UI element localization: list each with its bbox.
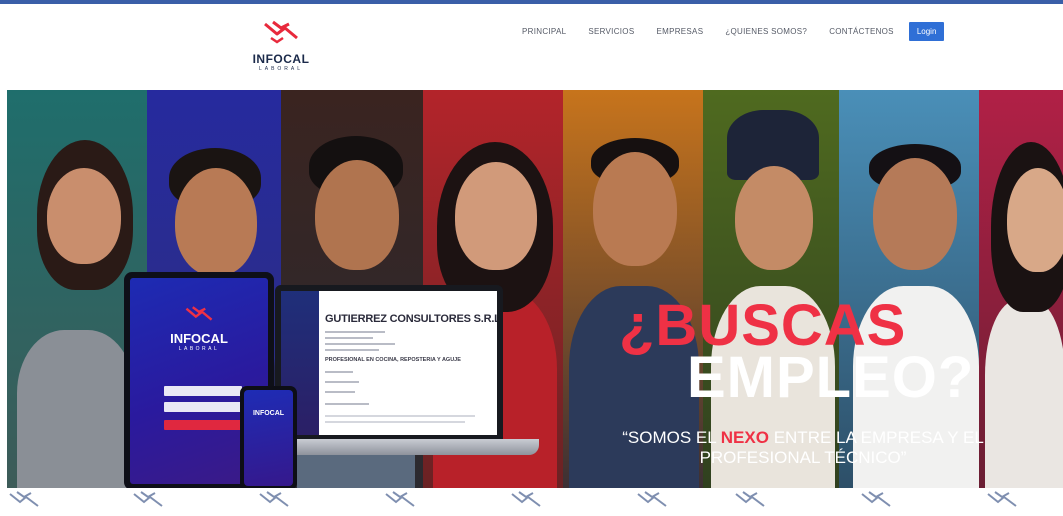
tablet-username-field	[164, 386, 242, 396]
handshake-icon	[511, 491, 541, 507]
nav-empresas[interactable]: EMPRESAS	[656, 27, 703, 36]
handshake-icon	[133, 491, 163, 507]
tablet-logo-title: INFOCAL	[170, 331, 228, 346]
site-header: INFOCAL LABORAL PRINCIPAL SERVICIOS EMPR…	[0, 4, 1063, 90]
login-button[interactable]: Login	[908, 21, 945, 41]
logo-title: INFOCAL	[252, 52, 310, 66]
handshake-icon	[637, 491, 667, 507]
tagline-highlight: NEXO	[720, 428, 769, 447]
tablet-password-field	[164, 402, 242, 412]
phone-mockup: INFOCAL	[240, 386, 297, 488]
laptop-mockup: GUTIERREZ CONSULTORES S.R.L. PROFESIONAL…	[275, 285, 503, 439]
hero-banner: INFOCAL LABORAL GUTIERREZ CONSULTORES S.…	[7, 90, 1063, 488]
laptop-job-title: PROFESIONAL EN COCINA, REPOSTERIA Y AGUJ…	[325, 357, 461, 363]
phone-logo-title: INFOCAL	[252, 410, 285, 417]
nav-servicios[interactable]: SERVICIOS	[588, 27, 634, 36]
infocal-logo[interactable]: INFOCAL LABORAL	[246, 18, 316, 78]
main-nav: PRINCIPAL SERVICIOS EMPRESAS ¿QUIENES SO…	[522, 21, 945, 41]
handshake-icon	[264, 20, 298, 44]
person-8	[985, 300, 1063, 488]
laptop-company-name: GUTIERREZ CONSULTORES S.R.L.	[325, 313, 497, 325]
logo-subtitle: LABORAL	[258, 66, 304, 72]
headline-empleo: EMPLEO?	[687, 345, 975, 410]
handshake-icon	[185, 306, 213, 321]
tablet-login-button	[164, 420, 242, 430]
laptop-base	[255, 439, 539, 455]
handshake-icon-strip	[0, 488, 1063, 516]
handshake-icon	[9, 491, 39, 507]
hero-tagline: “SOMOS EL NEXO ENTRE LA EMPRESA Y EL PRO…	[619, 428, 987, 468]
nav-quienes-somos[interactable]: ¿QUIENES SOMOS?	[725, 27, 807, 36]
person-1	[17, 330, 135, 488]
handshake-icon	[987, 491, 1017, 507]
nav-contactenos[interactable]: CONTÁCTENOS	[829, 27, 894, 36]
handshake-icon	[861, 491, 891, 507]
handshake-icon	[259, 491, 289, 507]
nav-principal[interactable]: PRINCIPAL	[522, 27, 566, 36]
tagline-pre: “SOMOS EL	[622, 428, 721, 447]
tablet-logo-subtitle: LABORAL	[178, 346, 220, 352]
handshake-icon	[735, 491, 765, 507]
handshake-icon	[385, 491, 415, 507]
